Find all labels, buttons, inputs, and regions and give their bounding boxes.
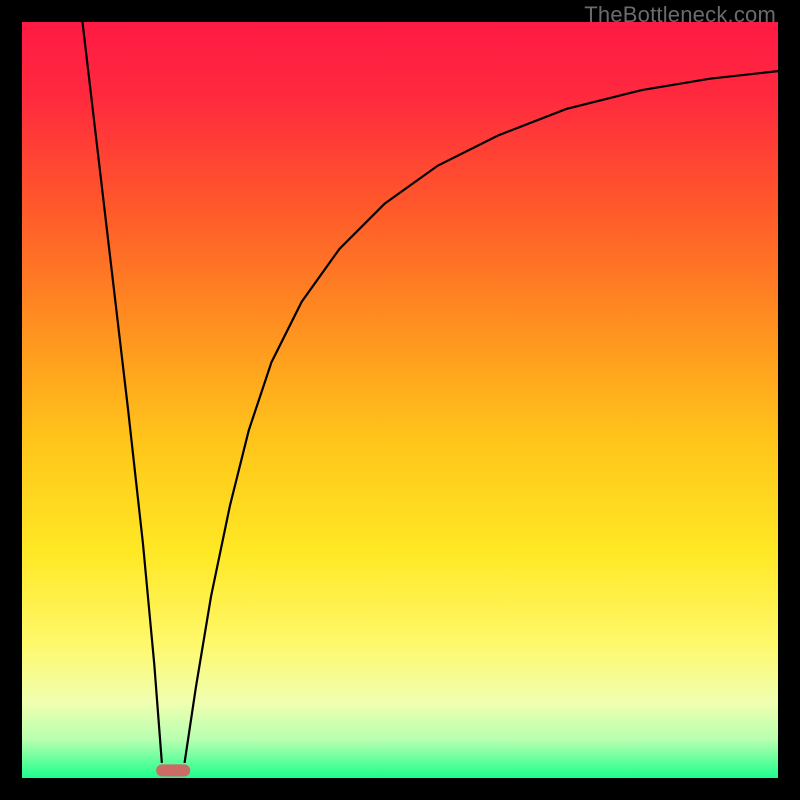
bottleneck-marker [156, 764, 190, 776]
gradient-background [22, 22, 778, 778]
bottleneck-chart [22, 22, 778, 778]
chart-frame [22, 22, 778, 778]
